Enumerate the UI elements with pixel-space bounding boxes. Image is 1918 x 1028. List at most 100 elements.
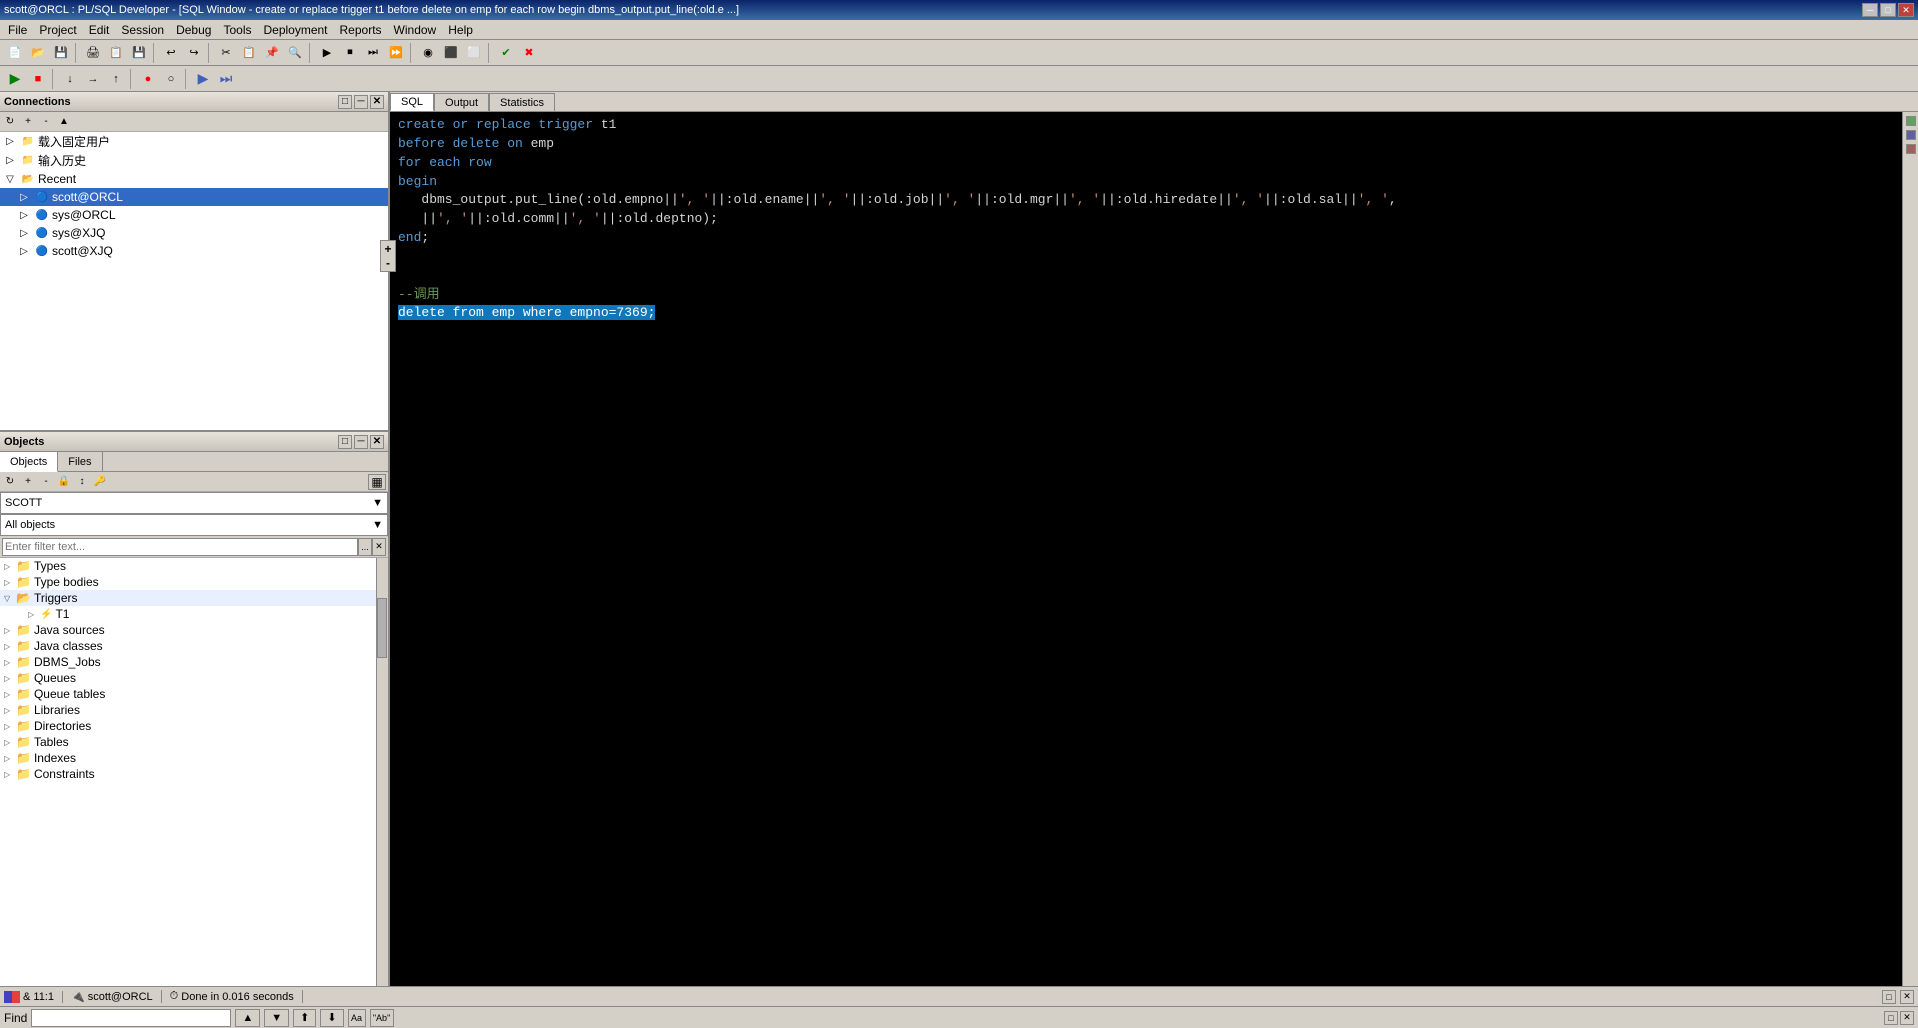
sql-editor[interactable]: create or replace trigger t1 before dele… — [390, 112, 1902, 986]
copy-button[interactable]: 📋 — [238, 42, 260, 64]
obj-types[interactable]: ▷ 📁 Types — [0, 558, 376, 574]
tree-sys-orcl[interactable]: ▷ 🔵 sys@ORCL — [0, 206, 388, 224]
obj-constraints[interactable]: ▷ 📁 Constraints — [0, 766, 376, 782]
step-out[interactable]: ↑ — [105, 68, 127, 90]
menu-debug[interactable]: Debug — [170, 21, 217, 39]
schema-selector[interactable]: SCOTT ▼ — [0, 492, 388, 514]
menu-deployment[interactable]: Deployment — [257, 21, 333, 39]
menu-help[interactable]: Help — [442, 21, 479, 39]
tree-scott-orcl[interactable]: ▷ 🔵 scott@ORCL — [0, 188, 388, 206]
execute-all[interactable]: ⏭ — [215, 68, 237, 90]
menu-reports[interactable]: Reports — [334, 21, 388, 39]
menu-window[interactable]: Window — [388, 21, 443, 39]
obj-libraries[interactable]: ▷ 📁 Libraries — [0, 702, 376, 718]
find-prev-btn[interactable]: ▲ — [235, 1009, 260, 1027]
filter-clear-btn[interactable]: ✕ — [372, 538, 386, 556]
print-button[interactable]: 🖨 — [82, 42, 104, 64]
minimize-button[interactable]: ─ — [1862, 3, 1878, 17]
tb8[interactable]: ⏩ — [385, 42, 407, 64]
menu-tools[interactable]: Tools — [217, 21, 257, 39]
obj-type-bodies[interactable]: ▷ 📁 Type bodies — [0, 574, 376, 590]
menu-project[interactable]: Project — [33, 21, 82, 39]
filter-options-btn[interactable]: ... — [358, 538, 372, 556]
clear-break[interactable]: ○ — [160, 68, 182, 90]
cut-button[interactable]: ✂ — [215, 42, 237, 64]
obj-lock[interactable]: 🔒 — [56, 474, 72, 490]
close-button[interactable]: ✕ — [1898, 3, 1914, 17]
obj-sort[interactable]: ↕ — [74, 474, 90, 490]
conn-add[interactable]: + — [20, 114, 36, 130]
all-objects-selector[interactable]: All objects ▼ — [0, 514, 388, 536]
obj-queues[interactable]: ▷ 📁 Queues — [0, 670, 376, 686]
find-down-btn[interactable]: ⬇ — [320, 1009, 343, 1027]
step-into[interactable]: ↓ — [59, 68, 81, 90]
status-float-btn[interactable]: □ — [1882, 990, 1896, 1004]
restore-button[interactable]: □ — [1880, 3, 1896, 17]
tab-files[interactable]: Files — [58, 452, 102, 471]
tb10[interactable]: ⬛ — [440, 42, 462, 64]
find-close-btn[interactable]: ✕ — [1900, 1011, 1914, 1025]
find-tb-button[interactable]: 🔍 — [284, 42, 306, 64]
paste-button[interactable]: 📌 — [261, 42, 283, 64]
tree-import-history[interactable]: ▷ 📁 输入历史 — [0, 151, 388, 170]
redo-button[interactable]: ↪ — [183, 42, 205, 64]
tree-recent[interactable]: ▽ 📂 Recent — [0, 170, 388, 188]
tb9[interactable]: ◉ — [417, 42, 439, 64]
find-float-btn[interactable]: □ — [1884, 1011, 1898, 1025]
tb11[interactable]: ⬜ — [463, 42, 485, 64]
obj-tables[interactable]: ▷ 📁 Tables — [0, 734, 376, 750]
tab-objects[interactable]: Objects — [0, 452, 58, 472]
filter-input[interactable] — [2, 538, 358, 556]
obj-indexes[interactable]: ▷ 📁 Indexes — [0, 750, 376, 766]
obj-triggers[interactable]: ▽ 📂 Triggers — [0, 590, 376, 606]
tab-sql[interactable]: SQL — [390, 93, 434, 111]
status-close-btn[interactable]: ✕ — [1900, 990, 1914, 1004]
find-up-btn[interactable]: ⬆ — [293, 1009, 316, 1027]
run-button[interactable]: ▶ — [4, 68, 26, 90]
conn-remove[interactable]: - — [38, 114, 54, 130]
obj-directories[interactable]: ▷ 📁 Directories — [0, 718, 376, 734]
menu-edit[interactable]: Edit — [83, 21, 116, 39]
find-options-btn[interactable]: Aa — [348, 1009, 366, 1027]
tree-sys-xjq[interactable]: ▷ 🔵 sys@XJQ — [0, 224, 388, 242]
find-input[interactable] — [31, 1009, 231, 1027]
print2-button[interactable]: 📋 — [105, 42, 127, 64]
scrollbar-thumb[interactable] — [377, 598, 387, 658]
conn-float-btn[interactable]: □ — [338, 95, 352, 109]
zoom-plus[interactable]: + — [382, 243, 394, 255]
obj-float-btn[interactable]: □ — [338, 435, 352, 449]
obj-java-sources[interactable]: ▷ 📁 Java sources — [0, 622, 376, 638]
objects-scrollbar[interactable] — [376, 558, 388, 986]
obj-dbms-jobs[interactable]: ▷ 📁 DBMS_Jobs — [0, 654, 376, 670]
rollback-button[interactable]: ✖ — [518, 42, 540, 64]
obj-java-classes[interactable]: ▷ 📁 Java classes — [0, 638, 376, 654]
tab-statistics[interactable]: Statistics — [489, 93, 555, 111]
tb5[interactable]: ▶ — [316, 42, 338, 64]
obj-refresh[interactable]: ↻ — [2, 474, 18, 490]
tab-output[interactable]: Output — [434, 93, 489, 111]
obj-queue-tables[interactable]: ▷ 📁 Queue tables — [0, 686, 376, 702]
step-over[interactable]: → — [82, 68, 104, 90]
tree-import-fixed[interactable]: ▷ 📁 载入固定用户 — [0, 132, 388, 151]
conn-close-btn[interactable]: ✕ — [370, 95, 384, 109]
find-next-btn[interactable]: ▼ — [264, 1009, 289, 1027]
open-button[interactable]: 📂 — [27, 42, 49, 64]
obj-min-btn[interactable]: ─ — [354, 435, 368, 449]
save-button[interactable]: 💾 — [50, 42, 72, 64]
commit-button[interactable]: ✔ — [495, 42, 517, 64]
tb7[interactable]: ⏭ — [362, 42, 384, 64]
new-button[interactable]: 📄 — [4, 42, 26, 64]
conn-min-btn[interactable]: ─ — [354, 95, 368, 109]
menu-file[interactable]: File — [2, 21, 33, 39]
obj-grid-btn[interactable]: ▦ — [368, 474, 386, 490]
obj-t1[interactable]: ▷ ⚡ T1 — [0, 606, 376, 622]
find-whole-word-btn[interactable]: "Ab" — [370, 1009, 394, 1027]
conn-refresh[interactable]: ↻ — [2, 114, 18, 130]
undo-button[interactable]: ↩ — [160, 42, 182, 64]
obj-remove[interactable]: - — [38, 474, 54, 490]
tb6[interactable]: ⏹ — [339, 42, 361, 64]
obj-grant[interactable]: 🔑 — [92, 474, 108, 490]
zoom-minus[interactable]: - — [382, 257, 394, 269]
conn-up[interactable]: ▲ — [56, 114, 72, 130]
execute-sql[interactable]: ▶ — [192, 68, 214, 90]
